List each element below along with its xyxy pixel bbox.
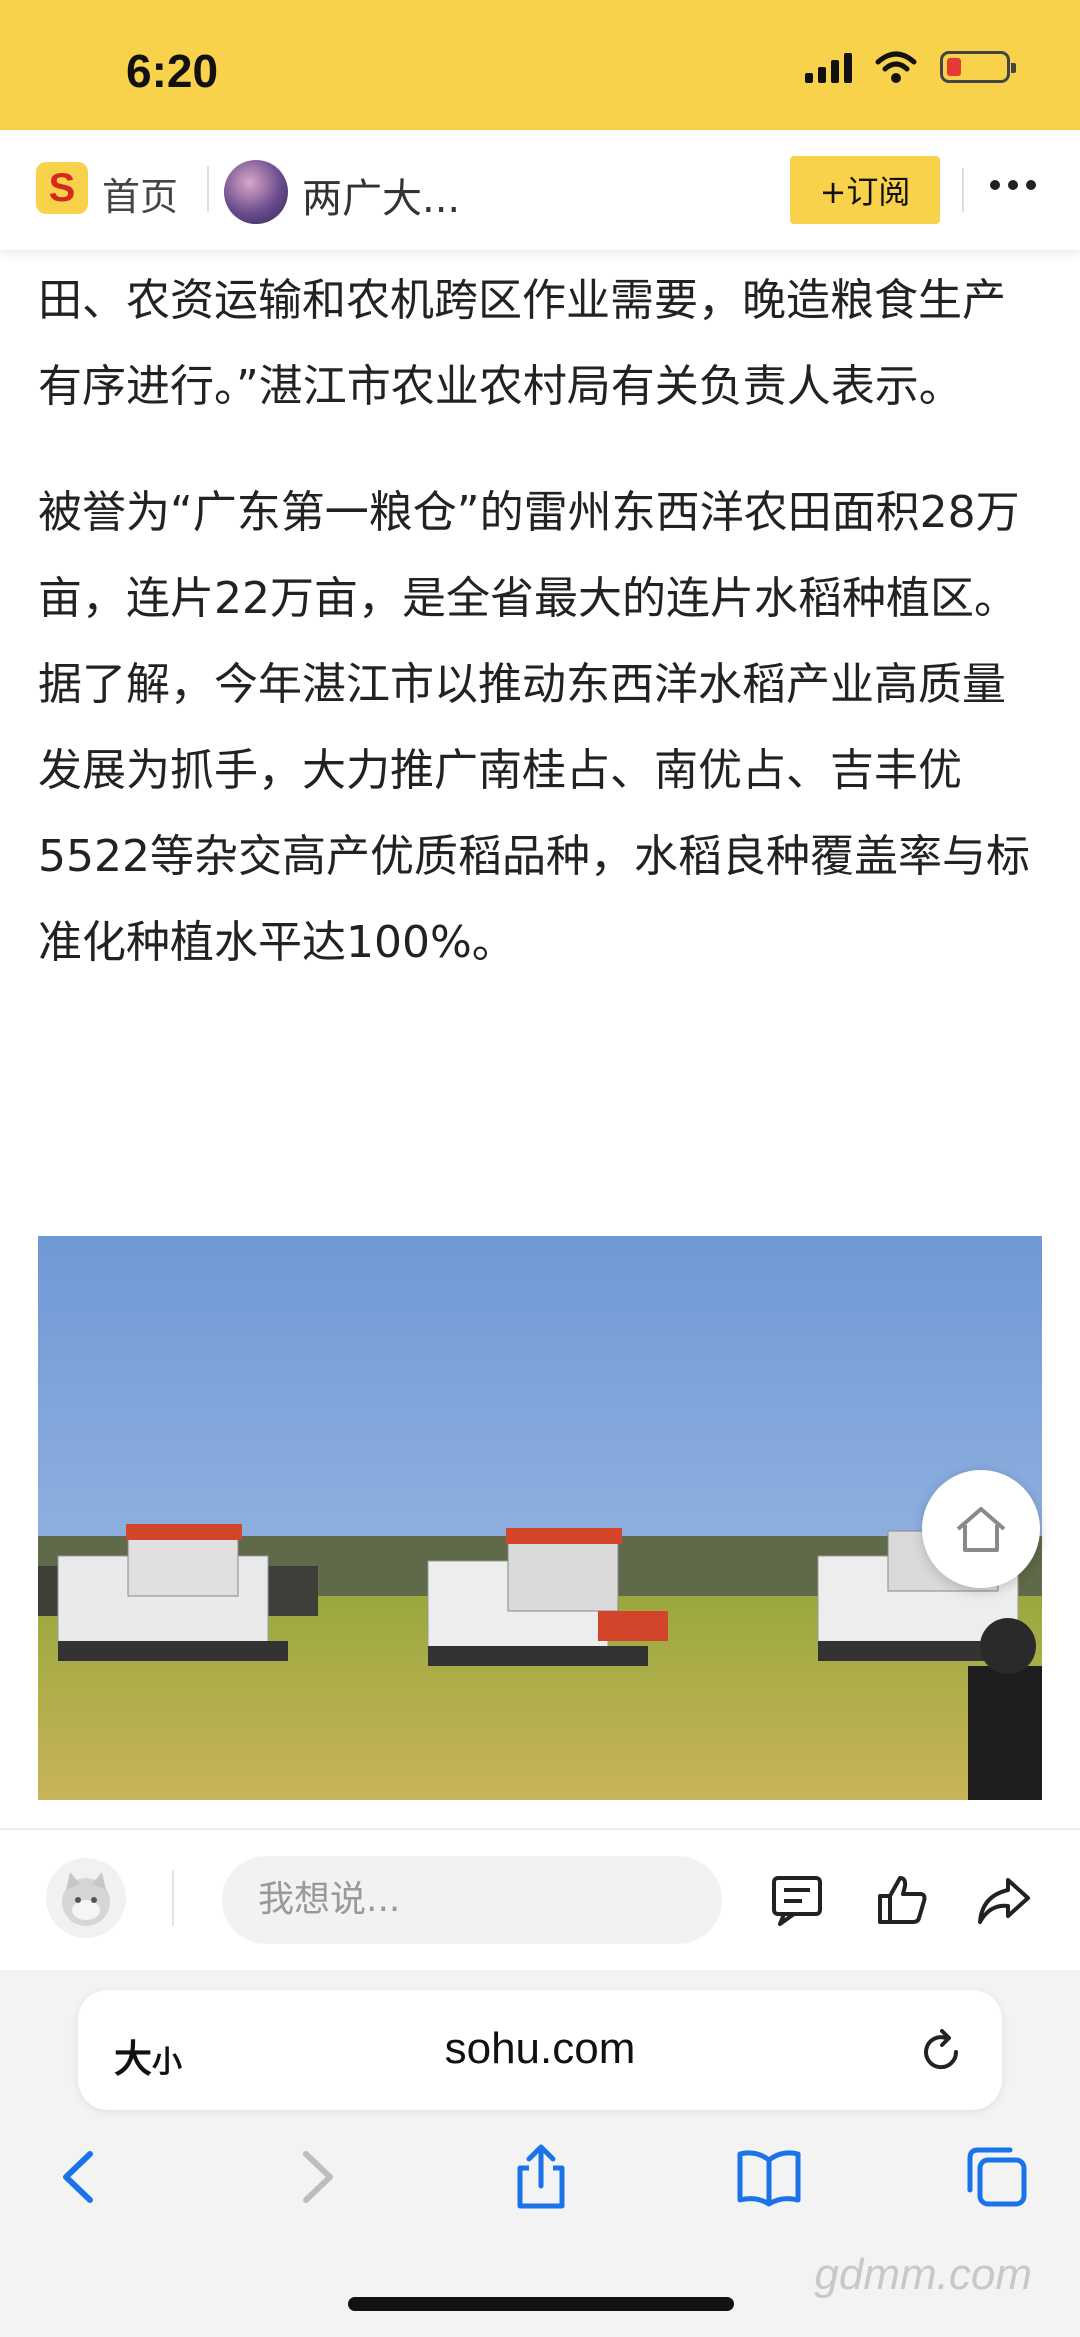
- home-indicator: [348, 2297, 734, 2311]
- comment-input[interactable]: 我想说...: [222, 1856, 722, 1944]
- like-icon[interactable]: [872, 1870, 932, 1930]
- back-icon[interactable]: [46, 2142, 116, 2212]
- article-body: 田、农资运输和农机跨区作业需要，晚造粮食生产有序进行。”湛江市农业农村局有关负责…: [38, 258, 1042, 986]
- forward-icon[interactable]: [280, 2142, 350, 2212]
- tabs-icon[interactable]: [962, 2142, 1032, 2212]
- signal-icon: [805, 51, 852, 83]
- subscribe-button[interactable]: +订阅: [790, 156, 940, 224]
- more-icon[interactable]: [990, 180, 1036, 190]
- article-photo: [38, 1236, 1042, 1800]
- channel-avatar[interactable]: [224, 160, 288, 224]
- watermark: gdmm.com: [814, 2250, 1032, 2299]
- status-bar: 6:20: [0, 0, 1080, 130]
- share-icon[interactable]: [974, 1870, 1034, 1930]
- article-paragraph: 被誉为“广东第一粮仓”的雷州东西洋农田面积28万亩，连片22万亩，是全省最大的连…: [38, 487, 1030, 968]
- status-time: 6:20: [126, 45, 219, 97]
- battery-icon: [940, 51, 1016, 83]
- divider: [207, 166, 209, 212]
- divider: [962, 168, 964, 212]
- url-text[interactable]: sohu.com: [78, 2024, 1002, 2074]
- address-bar[interactable]: 大小 sohu.com: [78, 1990, 1002, 2110]
- bookmarks-icon[interactable]: [734, 2142, 804, 2212]
- user-avatar[interactable]: [46, 1858, 126, 1938]
- share-page-icon[interactable]: [506, 2142, 576, 2212]
- comment-bar: 我想说...: [0, 1828, 1080, 1968]
- home-icon: [956, 1507, 1006, 1552]
- divider: [172, 1870, 174, 1926]
- home-float-button[interactable]: [922, 1470, 1040, 1588]
- wifi-icon: [875, 51, 917, 83]
- article-paragraph: 田、农资运输和农机跨区作业需要，晚造粮食生产有序进行。”湛江市农业农村局有关负责…: [38, 275, 1006, 412]
- reload-icon[interactable]: [916, 2026, 966, 2076]
- cat-avatar-icon: [62, 1872, 110, 1926]
- sohu-logo[interactable]: S: [36, 162, 88, 214]
- status-icons: [805, 50, 1016, 84]
- comment-icon[interactable]: [768, 1870, 828, 1930]
- channel-name[interactable]: 两广大...: [302, 166, 460, 224]
- home-link[interactable]: 首页: [102, 166, 178, 221]
- article-header: S 首页 两广大... +订阅: [0, 130, 1080, 250]
